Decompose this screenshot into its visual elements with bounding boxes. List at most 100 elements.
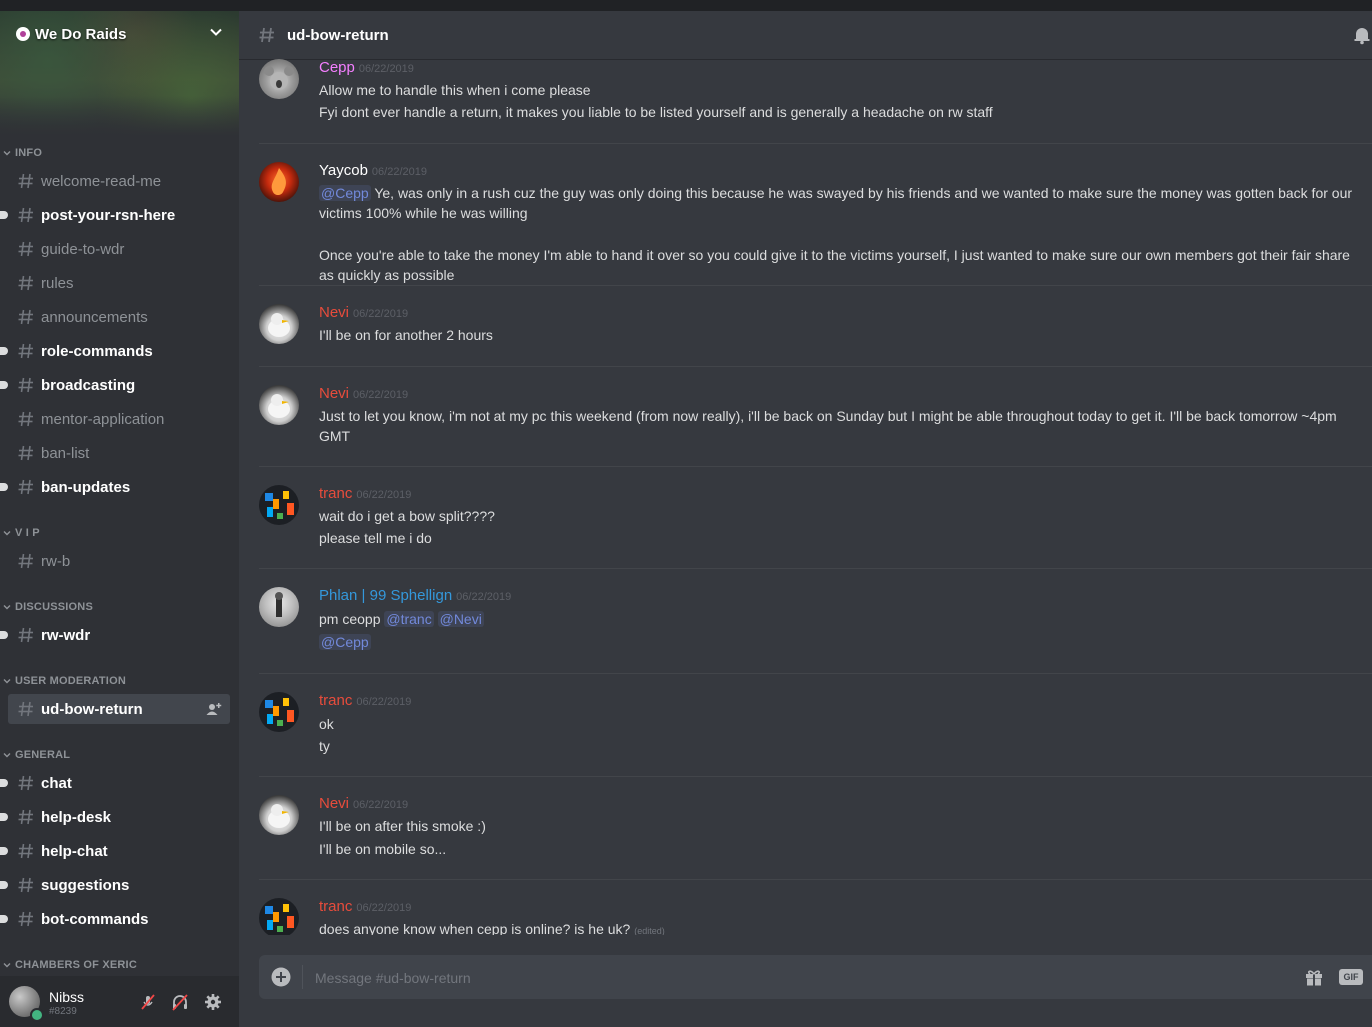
message-text: ty [319,737,1359,757]
channel-item-guide-to-wdr[interactable]: guide-to-wdr [8,234,230,264]
user-mention[interactable]: @Cepp [319,185,371,201]
user-mention[interactable]: @Nevi [437,611,484,627]
channel-item-ban-updates[interactable]: ban-updates [0,472,230,502]
chevron-down-icon [3,605,11,610]
message-composer: GIF [259,955,1372,1001]
message-author[interactable]: Nevi [319,795,349,812]
channel-item-rw-wdr[interactable]: rw-wdr [0,620,230,650]
avatar[interactable] [259,485,299,525]
message-list[interactable]: Cepp 06/22/2019 Allow me to handle this wh… [239,59,1372,935]
message-segment: Just to let you know, i'm not at my pc t… [319,408,1337,444]
channel-name: post-your-rsn-here [41,206,176,224]
avatar[interactable] [259,692,299,732]
channel-item-rules[interactable]: rules [8,268,230,298]
channel-item-role-commands[interactable]: role-commands [0,336,230,366]
channel-item-announcements[interactable]: announcements [8,302,230,332]
avatar[interactable] [259,304,299,344]
hash-icon [18,343,33,359]
user-mention[interactable]: @Cepp [319,634,371,650]
message-author[interactable]: Yaycob [319,162,368,179]
channel-name: help-desk [41,808,112,826]
hash-icon [18,775,33,791]
channel-item-ban-list[interactable]: ban-list [8,438,230,468]
message-text: does anyone know when cepp is online? is… [319,920,1359,935]
category-discussions[interactable]: DISCUSSIONS [0,599,93,615]
message-author[interactable]: tranc [319,485,352,502]
message-header: tranc 06/22/2019 [319,485,411,505]
channel-sidebar: We Do Raids INFO welcome-read-me post-your… [0,11,239,1027]
composer-divider [302,965,303,989]
message-text: @Cepp Ye, was only in a rush cuz the guy… [319,184,1359,223]
message-input[interactable] [313,955,1277,1001]
category-user-moderation[interactable]: USER MODERATION [0,673,126,689]
message-header: Nevi 06/22/2019 [319,795,408,815]
gif-button[interactable]: GIF [1339,969,1363,985]
message-author[interactable]: Nevi [319,385,349,402]
user-mention[interactable]: @tranc [384,611,434,627]
channel-item-help-chat[interactable]: help-chat [0,836,230,866]
category-general[interactable]: GENERAL [0,747,70,763]
channel-name: announcements [41,308,148,326]
message-text: @Cepp [319,633,1359,653]
unread-indicator [0,631,8,639]
chevron-down-icon[interactable] [209,25,223,39]
message-author[interactable]: tranc [319,692,352,709]
server-name: We Do Raids [35,25,127,43]
category-info[interactable]: INFO [0,145,42,161]
message-text: pm ceopp @tranc @Nevi [319,610,1359,630]
add-member-icon[interactable] [206,701,222,717]
message-text: please tell me i do [319,529,1359,549]
category-label: INFO [15,147,43,159]
channel-item-mentor-application[interactable]: mentor-application [8,404,230,434]
message-author[interactable]: tranc [319,898,352,915]
unread-indicator [0,779,8,787]
server-header[interactable]: We Do Raids [0,11,239,57]
avatar[interactable] [259,59,299,99]
channel-name: ban-list [41,444,90,462]
message-author[interactable]: Nevi [319,304,349,321]
channel-item-ud-bow-return[interactable]: ud-bow-return [8,694,230,724]
plus-circle-icon[interactable] [271,967,291,987]
message-timestamp: 06/22/2019 [456,591,512,603]
window-top-strip [0,0,1372,11]
channel-item-broadcasting[interactable]: broadcasting [0,370,230,400]
message-segment: ty [319,738,330,754]
channel-item-chat[interactable]: chat [0,768,230,798]
unread-indicator [0,347,8,355]
avatar[interactable] [259,162,299,202]
avatar[interactable] [259,587,299,627]
channel-item-suggestions[interactable]: suggestions [0,870,230,900]
mic-muted-icon[interactable] [139,993,157,1011]
chevron-down-icon [3,679,11,684]
unread-indicator [0,381,8,389]
gift-icon[interactable] [1304,967,1324,987]
chevron-down-icon [3,531,11,536]
message-segment: does anyone know when cepp is online? is… [319,921,635,935]
headset-deafened-icon[interactable] [171,993,189,1011]
avatar[interactable] [259,898,299,935]
category-label: GENERAL [15,749,71,761]
hash-icon [18,809,33,825]
category-chambers-of-xeric[interactable]: CHAMBERS OF XERIC [0,957,137,973]
message-text: Just to let you know, i'm not at my pc t… [319,407,1359,446]
channel-item-welcome-read-me[interactable]: welcome-read-me [8,166,230,196]
message-author[interactable]: Phlan | 99 Sphellign [319,587,452,604]
category-v-i-p[interactable]: V I P [0,525,40,541]
message-divider [259,673,1372,674]
channel-name: rw-wdr [41,626,91,644]
channel-name: ud-bow-return [41,700,143,718]
category-label: DISCUSSIONS [15,601,93,613]
channel-item-rw-b[interactable]: rw-b [8,546,230,576]
message-author[interactable]: Cepp [319,59,355,76]
bell-icon[interactable] [1352,25,1372,45]
gear-icon[interactable] [204,993,222,1011]
channel-item-bot-commands[interactable]: bot-commands [0,904,230,934]
channel-item-help-desk[interactable]: help-desk [0,802,230,832]
message-text: wait do i get a bow split???? [319,507,1359,527]
avatar[interactable] [259,795,299,835]
avatar[interactable] [259,385,299,425]
message-header: tranc 06/22/2019 [319,692,411,712]
channel-name: suggestions [41,876,130,894]
hash-icon [18,877,33,893]
channel-item-post-your-rsn-here[interactable]: post-your-rsn-here [0,200,230,230]
